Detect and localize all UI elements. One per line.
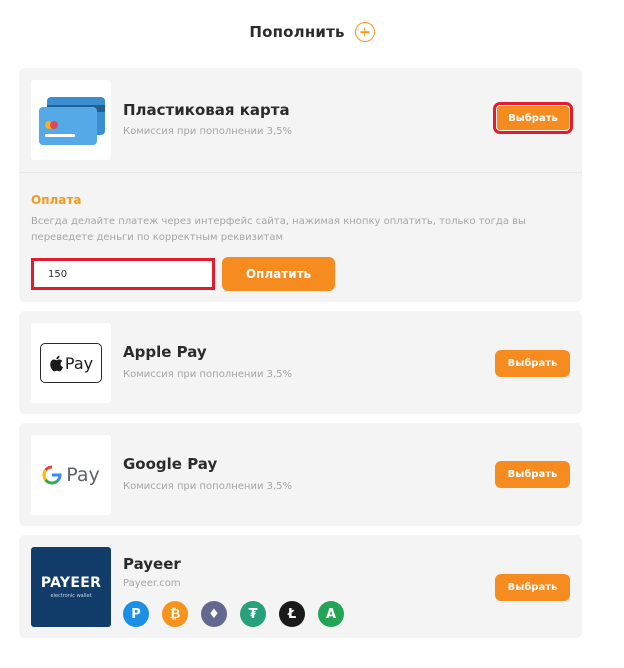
litecoin-icon: Ł [279, 601, 305, 627]
plus-circle-icon[interactable] [354, 22, 375, 42]
payment-method-row: Pay Apple Pay Комиссия при пополнении 3,… [19, 311, 582, 415]
payment-note: Всегда делайте платеж через интерфейс са… [31, 216, 526, 243]
payment-method-row: PAYEER electronic wallet Payeer Payeer.c… [19, 535, 582, 639]
apple-pay-logo-text: Pay [64, 353, 94, 373]
payment-method-card: Пластиковая карта Комиссия при пополнени… [19, 68, 582, 302]
method-logo: PAYEER electronic wallet [31, 547, 111, 627]
method-name: Apple Pay [123, 343, 207, 361]
method-commission: Комиссия при пополнении 3,5% [123, 369, 293, 380]
credit-card-icon [39, 95, 105, 145]
payment-method-card: PAYEER electronic wallet Payeer Payeer.c… [19, 535, 582, 638]
select-button[interactable]: Выбрать [495, 350, 570, 377]
payment-method-card: Pay Google Pay Комиссия при пополнении 3… [19, 423, 582, 526]
page-header: Пополнить [0, 20, 624, 44]
advcash-icon: A [318, 601, 344, 627]
select-button[interactable]: Выбрать [495, 461, 570, 488]
payeer-logo-subtext: electronic wallet [50, 593, 92, 599]
payeer-logo: PAYEER electronic wallet [31, 547, 111, 627]
google-pay-icon: Pay [42, 464, 100, 486]
method-logo: Pay [31, 323, 111, 403]
select-button[interactable]: Выбрать [495, 574, 570, 601]
payeer-coin-icon: P [123, 601, 149, 627]
page-title: Пополнить [249, 23, 345, 41]
payment-title: Оплата [31, 193, 82, 207]
currency-icons: P ₿ ♦ ₮ Ł A [123, 601, 344, 627]
payment-form: Оплата Всегда делайте платеж через интер… [19, 173, 582, 300]
select-button[interactable]: Выбрать [493, 102, 573, 134]
method-commission: Комиссия при пополнении 3,5% [123, 126, 293, 137]
method-name: Google Pay [123, 455, 218, 473]
pay-button[interactable]: Оплатить [222, 257, 335, 291]
method-name: Payeer [123, 555, 181, 573]
payment-method-row: Пластиковая карта Комиссия при пополнени… [19, 68, 582, 172]
apple-icon [50, 355, 63, 371]
ethereum-icon: ♦ [201, 601, 227, 627]
google-g-icon [42, 465, 62, 485]
payment-method-row: Pay Google Pay Комиссия при пополнении 3… [19, 423, 582, 527]
payment-method-card: Pay Apple Pay Комиссия при пополнении 3,… [19, 311, 582, 414]
tether-icon: ₮ [240, 601, 266, 627]
bitcoin-icon: ₿ [162, 601, 188, 627]
method-website: Payeer.com [123, 578, 181, 589]
google-pay-logo-text: Pay [66, 464, 100, 486]
method-commission: Комиссия при пополнении 3,5% [123, 481, 293, 492]
amount-input[interactable] [31, 258, 215, 290]
method-logo [31, 80, 111, 160]
apple-pay-icon: Pay [40, 343, 102, 383]
method-logo: Pay [31, 435, 111, 515]
payeer-logo-text: PAYEER [40, 575, 102, 591]
method-name: Пластиковая карта [123, 101, 290, 119]
